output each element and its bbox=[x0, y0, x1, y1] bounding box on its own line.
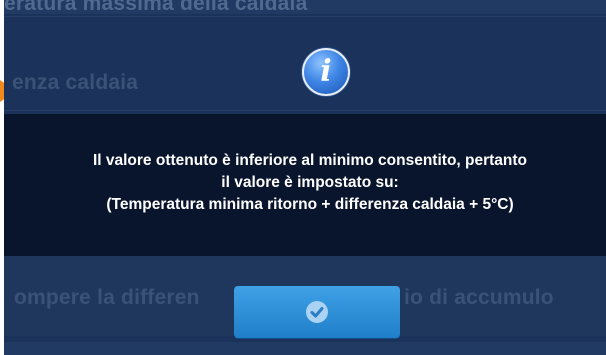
dialog-message: Il valore ottenuto è inferiore al minimo… bbox=[14, 150, 606, 216]
confirm-button[interactable] bbox=[234, 286, 400, 338]
message-line-2: il valore è impostato su: bbox=[221, 174, 399, 191]
device-screen: eratura massima della caldaia enza calda… bbox=[4, 0, 606, 355]
info-icon: i bbox=[302, 48, 350, 96]
message-line-3: (Temperatura minima ritorno + differenza… bbox=[106, 196, 514, 213]
message-line-1: Il valore ottenuto è inferiore al minimo… bbox=[92, 152, 528, 169]
check-icon bbox=[306, 301, 328, 323]
